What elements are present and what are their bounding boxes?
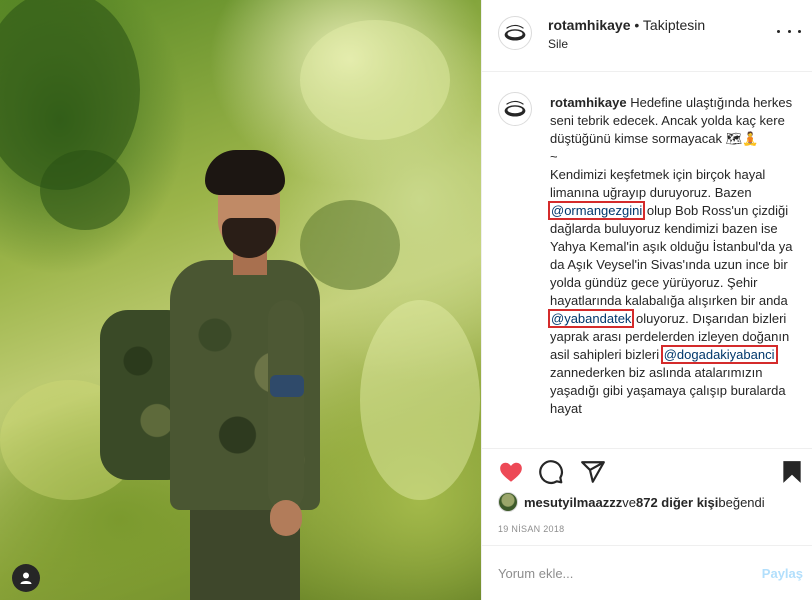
heart-icon[interactable]	[498, 459, 524, 485]
caption-paragraph: Kendimizi keşfetmek için birçok hayal li…	[550, 167, 766, 200]
separator: •	[630, 17, 643, 33]
caption-paragraph: zannederken biz aslında atalarımızın yaş…	[550, 365, 786, 416]
likes-suffix: beğendi	[718, 494, 765, 510]
post-header: rotamhikaye • Takiptesin Sile	[482, 0, 812, 72]
beard	[222, 218, 276, 258]
caption-paragraph: olup Bob Ross'un çizdiği dağlarda buluyo…	[550, 203, 793, 308]
action-bar	[482, 448, 812, 492]
post-comment-button[interactable]: Paylaş	[762, 566, 803, 581]
post-sidebar: rotamhikaye • Takiptesin Sile rotamhikay…	[481, 0, 812, 600]
comment-input[interactable]	[498, 562, 738, 584]
foliage	[360, 300, 480, 500]
account-logo	[499, 17, 531, 49]
foliage	[300, 20, 450, 140]
hiker-figure	[100, 140, 320, 600]
account-title: rotamhikaye • Takiptesin	[548, 17, 705, 33]
tagged-users-button[interactable]	[12, 564, 40, 592]
foliage	[300, 200, 400, 290]
caption-text: rotamhikaye Hedefine ulaştığında herkes …	[547, 94, 800, 418]
mention-link[interactable]: @ormangezgini	[547, 201, 646, 220]
location-link[interactable]: Sile	[548, 37, 568, 51]
post-date[interactable]: 19 NİSAN 2018	[498, 524, 564, 534]
arm	[268, 300, 304, 510]
mention-link[interactable]: @dogadakiyabanci	[660, 345, 778, 364]
mention-link[interactable]: @yabandatek	[547, 309, 635, 328]
user-icon	[20, 572, 32, 584]
comment-icon[interactable]	[538, 459, 564, 485]
follow-status[interactable]: Takiptesin	[643, 17, 705, 33]
account-avatar[interactable]	[498, 16, 532, 50]
caption-username[interactable]: rotamhikaye	[550, 95, 627, 110]
likes-count-link[interactable]: 872 diğer kişi	[636, 495, 718, 510]
likes-connector: ve	[622, 494, 636, 510]
caption-line: ~	[550, 149, 558, 164]
share-icon[interactable]	[580, 459, 606, 485]
account-username[interactable]: rotamhikaye	[548, 17, 630, 33]
liker-username[interactable]: mesutyilmaazzz	[524, 495, 622, 510]
hand	[270, 500, 302, 536]
more-icon[interactable]	[777, 26, 801, 36]
liker-avatar[interactable]	[498, 492, 518, 512]
likes-summary: mesutyilmaazzz ve 872 diğer kişi beğendi	[498, 491, 765, 513]
hair	[205, 150, 285, 195]
bookmark-icon[interactable]	[779, 459, 805, 485]
account-logo	[499, 93, 531, 125]
comment-box: Paylaş	[482, 545, 812, 600]
post-photo[interactable]	[0, 0, 481, 600]
caption-area: rotamhikaye Hedefine ulaştığında herkes …	[482, 72, 812, 448]
sleeve	[270, 375, 304, 397]
caption-avatar[interactable]	[498, 92, 532, 126]
